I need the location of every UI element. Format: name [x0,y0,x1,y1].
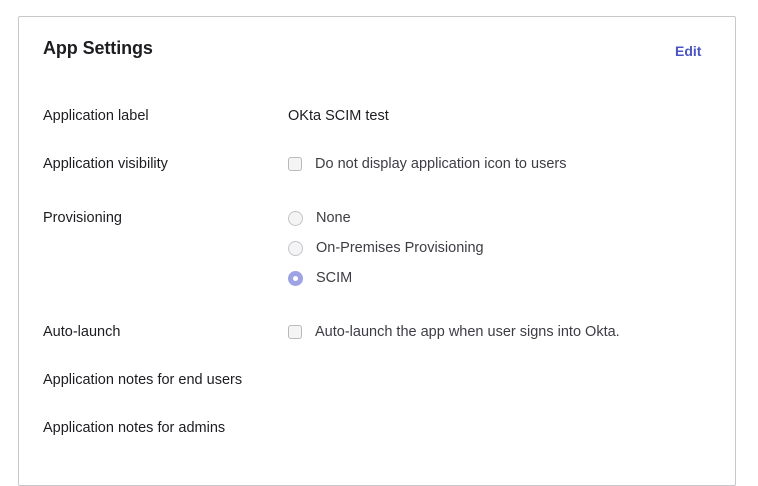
provisioning-option-none[interactable]: None [288,209,351,227]
notes-admins-label: Application notes for admins [43,420,226,436]
hide-icon-checkbox[interactable] [288,157,302,171]
hide-icon-option[interactable]: Do not display application icon to users [288,155,566,173]
auto-launch-option-label: Auto-launch the app when user signs into… [315,324,620,340]
auto-launch-label: Auto-launch [43,324,121,340]
panel-title: App Settings [43,38,153,58]
notes-end-users-label: Application notes for end users [43,372,243,388]
application-label-label: Application label [43,108,149,124]
hide-icon-option-label: Do not display application icon to users [315,156,567,172]
provisioning-on-premises-radio[interactable] [288,240,303,256]
provisioning-option-scim[interactable]: SCIM [288,269,352,287]
provisioning-option-on-premises[interactable]: On-Premises Provisioning [288,239,484,257]
provisioning-option-label: None [316,210,351,226]
auto-launch-option[interactable]: Auto-launch the app when user signs into… [288,323,620,341]
application-label-value: OKta SCIM test [288,108,389,124]
edit-button[interactable]: Edit [675,43,701,59]
provisioning-none-radio[interactable] [288,210,303,226]
application-visibility-label: Application visibility [43,156,168,172]
provisioning-option-label: SCIM [316,270,353,286]
provisioning-label: Provisioning [43,210,122,226]
provisioning-scim-radio[interactable] [288,270,303,286]
app-settings-panel: App Settings Edit Application label OKta… [18,16,736,486]
provisioning-option-label: On-Premises Provisioning [316,240,484,256]
auto-launch-checkbox[interactable] [288,325,302,339]
